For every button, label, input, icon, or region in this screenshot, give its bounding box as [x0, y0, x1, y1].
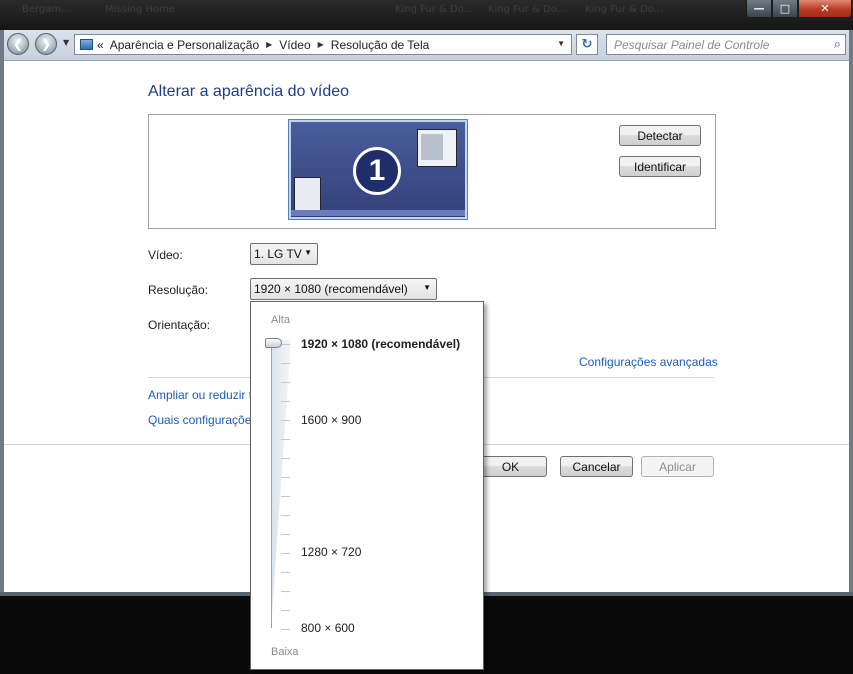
- recent-pages-dropdown[interactable]: ▼: [63, 38, 69, 47]
- which-settings-link[interactable]: Quais configuraçõe: [148, 413, 251, 427]
- resolution-select-value: 1920 × 1080 (recomendável): [254, 282, 408, 296]
- chevron-right-icon[interactable]: ▶: [318, 40, 324, 49]
- navigation-bar: ❮ ❯ ▼ « Aparência e Personalização ▶ Víd…: [0, 30, 853, 61]
- start-menu-thumbnail-icon: [294, 177, 321, 211]
- window-frame: [849, 30, 853, 592]
- video-select[interactable]: 1. LG TV ▼: [250, 243, 318, 265]
- slider-thumb[interactable]: [265, 338, 282, 348]
- title-bar: Bergam... Missing Home King Fur & Do... …: [0, 0, 853, 30]
- breadcrumb-item[interactable]: Resolução de Tela: [331, 38, 430, 52]
- slider-tick: [281, 382, 290, 383]
- taskbar-thumbnail: [291, 210, 465, 216]
- background-item: King Fur & Do...: [585, 4, 664, 15]
- slider-tick: [281, 439, 290, 440]
- apply-button[interactable]: Aplicar: [641, 456, 714, 477]
- ok-button[interactable]: OK: [474, 456, 547, 477]
- breadcrumb-item[interactable]: Aparência e Personalização: [110, 38, 259, 52]
- slider-tick: [281, 496, 290, 497]
- slider-track-edge: [271, 340, 272, 628]
- chevron-down-icon: ▼: [304, 248, 312, 257]
- resolution-option[interactable]: 1600 × 900: [301, 413, 361, 427]
- resolution-option[interactable]: 1280 × 720: [301, 545, 361, 559]
- forward-button[interactable]: ❯: [35, 33, 57, 55]
- slider-tick: [281, 420, 290, 421]
- close-button[interactable]: ✕: [798, 0, 852, 18]
- slider-tick: [281, 610, 290, 611]
- enlarge-text-link[interactable]: Ampliar ou reduzir t: [148, 388, 252, 402]
- video-select-value: 1. LG TV: [254, 247, 302, 261]
- minimize-button[interactable]: —: [746, 0, 772, 18]
- window-thumbnail-icon: [417, 129, 457, 167]
- background-item: Bergam...: [22, 4, 71, 15]
- background-item: King Fur & Do...: [488, 4, 567, 15]
- resolution-option[interactable]: 800 × 600: [301, 621, 355, 635]
- resolution-select[interactable]: 1920 × 1080 (recomendável) ▼: [250, 278, 437, 300]
- slider-tick: [281, 534, 290, 535]
- slider-tick: [281, 401, 290, 402]
- search-input[interactable]: Pesquisar Painel de Controle ⌕: [606, 34, 846, 55]
- identify-button[interactable]: Identificar: [619, 156, 701, 177]
- chevron-right-icon[interactable]: ▶: [266, 40, 272, 49]
- monitor-1[interactable]: 1: [288, 119, 468, 220]
- breadcrumb-overflow[interactable]: «: [97, 38, 104, 52]
- video-label: Vídeo:: [148, 248, 183, 262]
- control-panel-icon: [80, 39, 93, 50]
- chevron-down-icon[interactable]: ▼: [557, 39, 565, 48]
- advanced-settings-link[interactable]: Configurações avançadas: [579, 355, 718, 369]
- slider-tick: [281, 591, 290, 592]
- search-placeholder: Pesquisar Painel de Controle: [614, 38, 770, 52]
- slider-tick: [281, 363, 290, 364]
- back-button[interactable]: ❮: [7, 33, 29, 55]
- detect-button[interactable]: Detectar: [619, 125, 701, 146]
- maximize-button[interactable]: □: [772, 0, 798, 18]
- breadcrumb-item[interactable]: Vídeo: [279, 38, 310, 52]
- search-icon[interactable]: ⌕: [834, 36, 841, 52]
- resolution-label: Resolução:: [148, 283, 209, 297]
- cancel-button[interactable]: Cancelar: [560, 456, 633, 477]
- resolution-option[interactable]: 1920 × 1080 (recomendável): [301, 337, 460, 351]
- orientation-label: Orientação:: [148, 318, 211, 332]
- slider-tick: [281, 629, 290, 630]
- slider-tick: [281, 572, 290, 573]
- resolution-slider-popup: Alta 1920 × 1080 (recomendável) 1600 × 9…: [250, 301, 484, 670]
- slider-high-label: Alta: [271, 314, 290, 326]
- refresh-button[interactable]: ↻: [576, 34, 598, 55]
- address-bar[interactable]: « Aparência e Personalização ▶ Vídeo ▶ R…: [74, 34, 572, 55]
- page-title: Alterar a aparência do vídeo: [148, 83, 350, 100]
- slider-tick: [281, 477, 290, 478]
- slider-tick: [281, 553, 290, 554]
- monitor-number-badge: 1: [353, 147, 401, 195]
- window-controls: — □ ✕: [746, 0, 852, 18]
- slider-tick: [281, 458, 290, 459]
- slider-tick: [281, 344, 290, 345]
- slider-tick: [281, 515, 290, 516]
- background-item: Missing Home: [105, 4, 175, 15]
- slider-track[interactable]: [271, 340, 291, 628]
- chevron-down-icon: ▼: [423, 283, 431, 292]
- monitor-preview: 1 Detectar Identificar: [148, 114, 716, 229]
- slider-low-label: Baixa: [271, 646, 299, 658]
- background-item: King Fur & Do...: [395, 4, 474, 15]
